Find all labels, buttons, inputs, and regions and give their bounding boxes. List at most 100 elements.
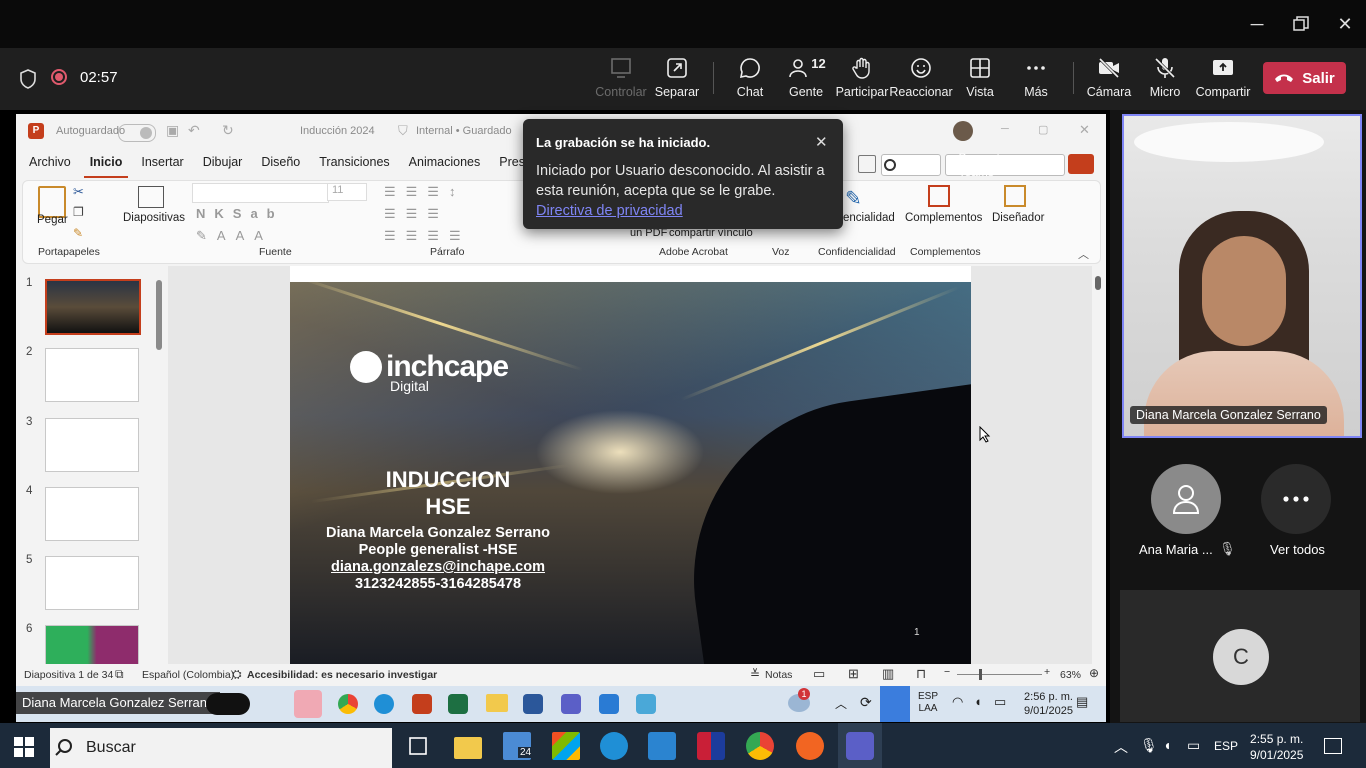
chrome-icon[interactable] bbox=[338, 694, 358, 714]
indent-buttons[interactable]: ☰☰☰ bbox=[384, 206, 449, 222]
mic-icon[interactable]: 🎙 bbox=[1140, 737, 1158, 754]
tab-transiciones[interactable]: Transiciones bbox=[313, 152, 395, 178]
notification-close-icon[interactable]: ✕ bbox=[815, 133, 828, 151]
micro-button[interactable]: Micro bbox=[1135, 56, 1195, 106]
zoom-level[interactable]: 63% bbox=[1060, 669, 1081, 681]
font-color-buttons[interactable]: ✎AAA bbox=[196, 228, 273, 244]
slideshow-view-icon[interactable]: ⊓ bbox=[916, 666, 926, 682]
powerpoint-taskbar-icon[interactable] bbox=[412, 694, 432, 714]
gente-button[interactable]: 12 Gente bbox=[776, 56, 836, 106]
minimize-icon[interactable]: ─ bbox=[1242, 10, 1272, 38]
thumb-slide-1[interactable] bbox=[45, 279, 141, 335]
language-status[interactable]: Español (Colombia) bbox=[142, 669, 234, 681]
thumb-slide-4[interactable] bbox=[45, 487, 139, 541]
windows-start-icon[interactable] bbox=[14, 737, 34, 757]
redo-icon[interactable]: ↻ bbox=[222, 122, 234, 139]
normal-view-icon[interactable]: ▭ bbox=[813, 666, 825, 682]
vista-button[interactable]: Vista bbox=[950, 56, 1010, 106]
accessibility-status[interactable]: Accesibilidad: es necesario investigar bbox=[247, 669, 437, 681]
chat-button[interactable]: Chat bbox=[720, 56, 780, 106]
complementos-button[interactable]: Complementos bbox=[905, 212, 982, 224]
close-icon[interactable]: ✕ bbox=[1330, 10, 1360, 38]
tray-chevron-icon[interactable]: ︿ bbox=[1114, 737, 1128, 757]
cut-icon[interactable]: ✂ bbox=[73, 184, 84, 200]
tab-archivo[interactable]: Archivo bbox=[23, 152, 77, 178]
wifi-icon[interactable]: ◠ bbox=[952, 694, 963, 710]
mas-button[interactable]: Más bbox=[1006, 56, 1066, 106]
reading-view-icon[interactable]: ▥ bbox=[882, 666, 894, 682]
reaccionar-button[interactable]: Reaccionar bbox=[889, 56, 953, 106]
taskbar-search[interactable]: Buscar bbox=[50, 728, 392, 768]
record-button[interactable]: Grabar bbox=[881, 154, 941, 176]
font-style-buttons[interactable]: NKSab bbox=[196, 206, 284, 221]
zoom-out-icon[interactable]: − bbox=[944, 666, 950, 678]
volume-icon[interactable]: ◖ bbox=[1163, 737, 1171, 753]
confidencialidad-button[interactable]: encialidad bbox=[843, 212, 895, 224]
sync-icon[interactable]: ⟳ bbox=[860, 694, 872, 711]
autosave-toggle[interactable] bbox=[118, 124, 156, 142]
privacy-link[interactable]: Directiva de privacidad bbox=[536, 203, 683, 219]
view-all-button[interactable] bbox=[1261, 464, 1331, 534]
participar-button[interactable]: Participar bbox=[832, 56, 892, 106]
undo-icon[interactable]: ↶ bbox=[188, 122, 200, 139]
network-icon[interactable]: ▭ bbox=[1187, 737, 1200, 754]
spellcheck-icon[interactable]: ⧉ bbox=[115, 667, 124, 682]
vscode-icon[interactable] bbox=[648, 732, 676, 760]
teams-icon[interactable] bbox=[846, 732, 874, 760]
notification-center-icon[interactable] bbox=[1324, 738, 1342, 754]
diapositivas-button[interactable]: Diapositivas bbox=[123, 212, 185, 224]
chrome-taskbar-icon[interactable] bbox=[746, 732, 774, 760]
folder-icon[interactable] bbox=[486, 694, 508, 712]
app-icon[interactable] bbox=[697, 732, 725, 760]
tab-animaciones[interactable]: Animaciones bbox=[403, 152, 487, 178]
thumb-scrollbar[interactable] bbox=[156, 268, 162, 660]
battery-icon[interactable]: ▭ bbox=[994, 694, 1006, 710]
tab-insertar[interactable]: Insertar bbox=[135, 152, 189, 178]
ppt-restore-icon[interactable]: ▢ bbox=[1038, 123, 1048, 136]
teams-taskbar-icon[interactable] bbox=[561, 694, 581, 714]
compartir-button[interactable]: Compartir bbox=[1193, 56, 1253, 106]
inner-clock[interactable]: 2:56 p. m. 9/01/2025 bbox=[1024, 690, 1073, 718]
snipping-tool-icon[interactable] bbox=[636, 694, 656, 714]
tray-chevron-icon[interactable]: ︿ bbox=[835, 695, 847, 712]
format-painter-icon[interactable]: ✎ bbox=[73, 226, 83, 240]
mic-tray-icon[interactable] bbox=[880, 686, 910, 722]
leave-button[interactable]: Salir bbox=[1263, 62, 1346, 94]
controlar-button[interactable]: Controlar bbox=[591, 56, 651, 106]
collapse-ribbon-icon[interactable]: ︿ bbox=[1078, 246, 1089, 262]
edge-icon[interactable] bbox=[374, 694, 394, 714]
edge-taskbar-icon[interactable] bbox=[600, 732, 628, 760]
font-size-select[interactable]: 11 bbox=[327, 183, 367, 201]
save-icon[interactable]: ▣ bbox=[166, 122, 179, 139]
volume-icon[interactable]: ◖ bbox=[974, 694, 982, 709]
thumb-slide-3[interactable] bbox=[45, 418, 139, 472]
font-family-select[interactable] bbox=[192, 183, 329, 203]
paste-button[interactable]: Pegar bbox=[37, 214, 68, 226]
taskbar-language[interactable]: ESP bbox=[1214, 739, 1238, 753]
outlook-tile-icon[interactable] bbox=[294, 690, 322, 718]
copy-icon[interactable]: ❐ bbox=[73, 205, 84, 219]
zoom-in-icon[interactable]: + bbox=[1044, 666, 1050, 678]
share-dropdown-button[interactable] bbox=[1068, 154, 1094, 174]
list-buttons[interactable]: ☰☰☰↕ bbox=[384, 184, 465, 200]
tab-diseno[interactable]: Diseño bbox=[255, 152, 306, 178]
camara-button[interactable]: Cámara bbox=[1079, 56, 1139, 106]
task-view-icon[interactable] bbox=[404, 732, 432, 760]
excel-icon[interactable] bbox=[448, 694, 468, 714]
restore-icon[interactable] bbox=[1286, 10, 1316, 38]
photos-icon[interactable] bbox=[599, 694, 619, 714]
thumb-slide-6[interactable] bbox=[45, 625, 139, 665]
notification-center-icon[interactable]: ▤ bbox=[1076, 694, 1088, 710]
tray-language[interactable]: ESP LAA bbox=[918, 691, 938, 715]
ppt-minimize-icon[interactable]: ─ bbox=[1001, 123, 1009, 135]
designer-button[interactable]: Diseñador bbox=[992, 212, 1044, 224]
present-in-teams-button[interactable]: ◈ Presentar en Teams bbox=[945, 151, 1065, 179]
word-icon[interactable] bbox=[523, 694, 543, 714]
participant-avatar[interactable] bbox=[1151, 464, 1221, 534]
fit-slide-icon[interactable]: ⊕ bbox=[1089, 666, 1099, 680]
sorter-view-icon[interactable]: ⊞ bbox=[848, 666, 859, 682]
orange-app-icon[interactable] bbox=[796, 732, 824, 760]
notes-button[interactable]: Notas bbox=[765, 669, 792, 681]
editor-scrollbar[interactable] bbox=[1093, 266, 1103, 664]
store-icon[interactable] bbox=[552, 732, 580, 760]
